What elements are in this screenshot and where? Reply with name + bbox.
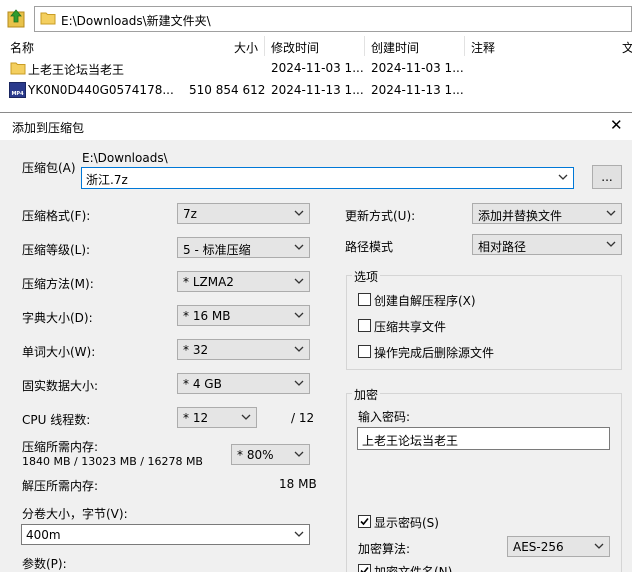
encrypt-names-label[interactable]: 加密文件名(N) — [374, 563, 452, 572]
archive-label: 压缩包(A) — [22, 161, 76, 175]
archive-path: E:\Downloads\ — [82, 151, 168, 165]
enc-method-select[interactable]: AES-256 — [507, 536, 610, 557]
col-comment[interactable]: 注释 — [471, 39, 495, 56]
level-label: 压缩等级(L): — [22, 243, 91, 257]
chevron-down-icon — [294, 312, 304, 318]
col-extra[interactable]: 文 — [622, 39, 632, 56]
file-created: 2024-11-03 1... — [371, 61, 464, 75]
file-name: 上老王论坛当老王 — [28, 63, 125, 77]
chevron-down-icon — [606, 241, 616, 247]
mem-usage-select[interactable]: * 80% — [231, 444, 310, 465]
file-row[interactable]: MP4 YK0N0D440G0574178... 510 854 612 202… — [0, 79, 632, 101]
chevron-down-icon — [606, 210, 616, 216]
sfx-label[interactable]: 创建自解压程序(X) — [374, 292, 476, 309]
chevron-down-icon — [294, 346, 304, 352]
cpu-max: / 12 — [291, 411, 315, 425]
pathmode-label: 路径模式 — [345, 240, 394, 254]
folder-icon — [40, 12, 56, 25]
col-created[interactable]: 创建时间 — [371, 39, 419, 56]
show-password-label[interactable]: 显示密码(S) — [374, 514, 439, 531]
column-divider[interactable] — [464, 36, 465, 56]
file-modified: 2024-11-13 1... — [271, 83, 364, 97]
dialog-titlebar[interactable]: 添加到压缩包 ✕ — [0, 113, 632, 140]
solid-select[interactable]: * 4 GB — [177, 373, 310, 394]
archive-name-input[interactable]: 浙江.7z — [81, 167, 574, 189]
update-select[interactable]: 添加并替换文件 — [472, 203, 622, 224]
chevron-down-icon — [294, 244, 304, 250]
mem-decomp-value: 18 MB — [279, 477, 317, 491]
address-bar-area: E:\Downloads\新建文件夹\ — [0, 0, 632, 36]
checkmark-icon — [360, 566, 369, 572]
word-label: 单词大小(W): — [22, 345, 96, 359]
shared-files-checkbox[interactable] — [358, 319, 371, 332]
chevron-down-icon[interactable] — [294, 528, 304, 540]
options-title: 选项 — [352, 268, 381, 285]
close-icon[interactable]: ✕ — [610, 117, 623, 134]
chevron-down-icon — [294, 210, 304, 216]
mem-comp-detail: 1840 MB / 13023 MB / 16278 MB — [22, 455, 203, 468]
file-list-header: 名称 大小 修改时间 创建时间 注释 文 — [0, 36, 632, 56]
encryption-title: 加密 — [352, 386, 381, 403]
chevron-down-icon — [241, 414, 251, 420]
browse-button[interactable]: ... — [592, 165, 622, 189]
file-size: 510 854 612 — [189, 83, 266, 97]
column-divider[interactable] — [364, 36, 365, 56]
cpu-label: CPU 线程数: — [22, 413, 91, 427]
chevron-down-icon — [294, 278, 304, 284]
sfx-checkbox[interactable] — [358, 293, 371, 306]
method-select[interactable]: * LZMA2 — [177, 271, 310, 292]
format-label: 压缩格式(F): — [22, 209, 91, 223]
mp4-file-icon: MP4 — [9, 82, 26, 98]
column-divider[interactable] — [264, 36, 265, 56]
dict-select[interactable]: * 16 MB — [177, 305, 310, 326]
mem-comp-label: 压缩所需内存: — [22, 440, 99, 454]
mem-decomp-label: 解压所需内存: — [22, 479, 99, 493]
shared-files-label[interactable]: 压缩共享文件 — [374, 318, 446, 335]
folder-icon — [10, 62, 26, 75]
add-to-archive-dialog: 添加到压缩包 ✕ 压缩包(A) E:\Downloads\ 浙江.7z ... … — [0, 112, 632, 572]
format-select[interactable]: 7z — [177, 203, 310, 224]
show-password-checkbox[interactable] — [358, 515, 371, 528]
chevron-down-icon[interactable] — [558, 171, 568, 183]
cpu-select[interactable]: * 12 — [177, 407, 257, 428]
file-created: 2024-11-13 1... — [371, 83, 464, 97]
chevron-down-icon — [294, 380, 304, 386]
dialog-title: 添加到压缩包 — [12, 121, 85, 135]
password-label: 输入密码: — [358, 410, 411, 424]
col-modified[interactable]: 修改时间 — [271, 39, 319, 56]
word-select[interactable]: * 32 — [177, 339, 310, 360]
up-folder-icon[interactable] — [7, 8, 25, 28]
chevron-down-icon — [294, 451, 304, 457]
file-row[interactable]: 上老王论坛当老王 2024-11-03 1... 2024-11-03 1... — [0, 57, 632, 79]
method-label: 压缩方法(M): — [22, 277, 94, 291]
params-label: 参数(P): — [22, 557, 67, 571]
volume-label: 分卷大小，字节(V): — [22, 507, 128, 521]
volume-input[interactable]: 400m — [21, 524, 310, 545]
update-label: 更新方式(U): — [345, 209, 416, 223]
solid-label: 固实数据大小: — [22, 379, 99, 393]
dict-label: 字典大小(D): — [22, 311, 93, 325]
col-name[interactable]: 名称 — [10, 39, 34, 56]
enc-method-label: 加密算法: — [358, 542, 411, 556]
file-modified: 2024-11-03 1... — [271, 61, 364, 75]
address-input[interactable]: E:\Downloads\新建文件夹\ — [34, 6, 632, 32]
address-text: E:\Downloads\新建文件夹\ — [61, 14, 211, 28]
level-select[interactable]: 5 - 标准压缩 — [177, 237, 310, 258]
col-size[interactable]: 大小 — [234, 39, 258, 56]
delete-source-label[interactable]: 操作完成后删除源文件 — [374, 344, 494, 361]
delete-source-checkbox[interactable] — [358, 345, 371, 358]
password-input[interactable]: 上老王论坛当老王 — [357, 427, 610, 450]
encrypt-names-checkbox[interactable] — [358, 564, 371, 572]
chevron-down-icon — [594, 543, 604, 549]
pathmode-select[interactable]: 相对路径 — [472, 234, 622, 255]
checkmark-icon — [360, 517, 369, 526]
file-name: YK0N0D440G0574178... — [28, 83, 174, 97]
